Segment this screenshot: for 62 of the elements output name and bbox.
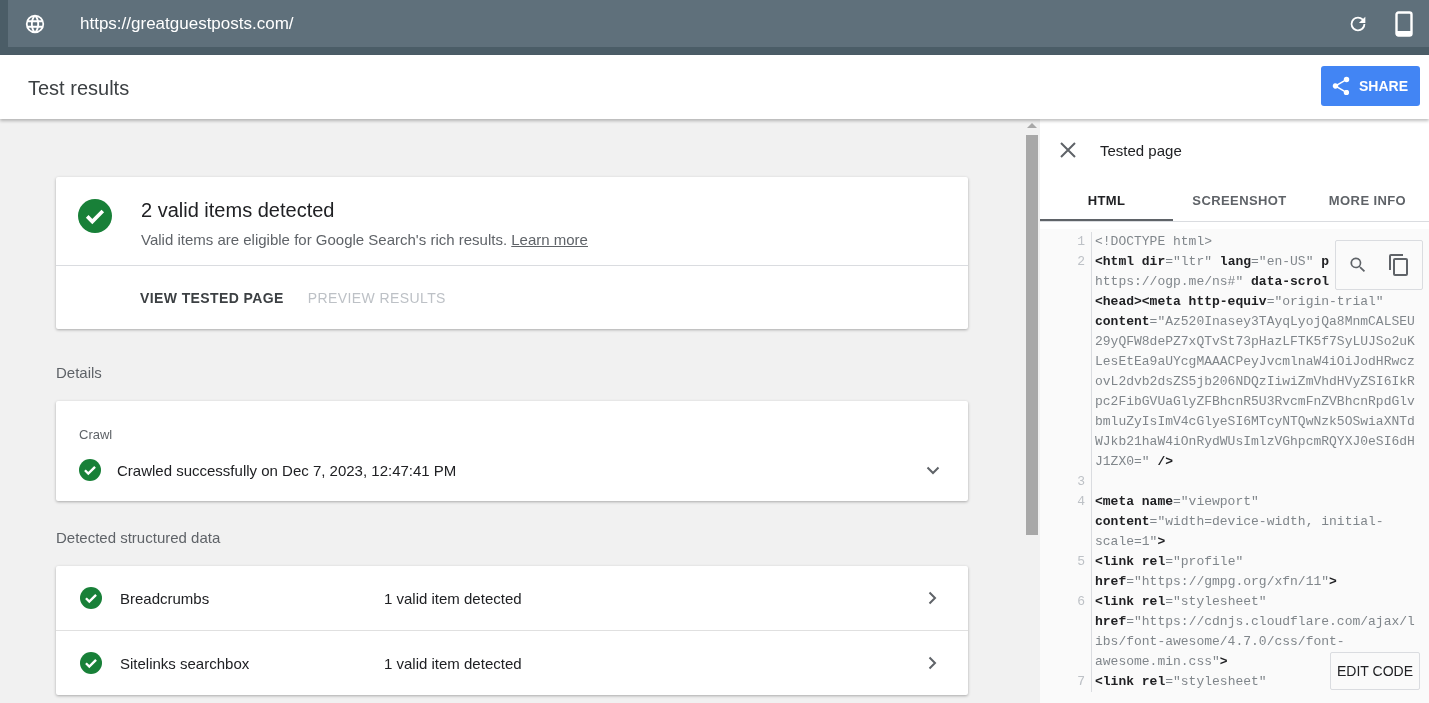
item-name: Sitelinks searchbox bbox=[120, 654, 251, 672]
code-line: <link rel="stylesheet" bbox=[1095, 673, 1267, 691]
code-line: href="https://cdnjs.cloudflare.com/ajax/l bbox=[1095, 613, 1415, 631]
line-number: 4 bbox=[1040, 492, 1092, 512]
share-icon bbox=[1330, 75, 1352, 97]
share-button[interactable]: SHARE bbox=[1321, 66, 1420, 106]
code-line: ibs/font-awesome/4.7.0/css/font- bbox=[1095, 633, 1345, 651]
url-text: https://greatguestposts.com/ bbox=[80, 13, 295, 34]
code-line: <meta name="viewport" bbox=[1095, 493, 1259, 511]
check-circle-icon bbox=[79, 459, 101, 481]
section-heading: Detected structured data bbox=[56, 529, 222, 546]
code-line: <link rel="stylesheet" bbox=[1095, 593, 1267, 611]
summary-title: 2 valid items detected bbox=[141, 199, 336, 222]
code-line: <!DOCTYPE html> bbox=[1095, 233, 1213, 251]
check-circle-icon bbox=[80, 652, 102, 674]
globe-icon bbox=[24, 12, 46, 35]
item-result: 1 valid item detected bbox=[384, 589, 523, 607]
learn-more-link[interactable]: Learn more bbox=[511, 231, 588, 248]
tab[interactable]: MORE INFO bbox=[1306, 181, 1429, 221]
code-line: href="https://gmpg.org/xfn/11"> bbox=[1095, 573, 1337, 591]
search-icon[interactable] bbox=[1348, 255, 1368, 275]
item-result: 1 valid item detected bbox=[384, 654, 523, 672]
code-line: https://ogp.me/ns#" data-scrol bbox=[1095, 273, 1330, 291]
code-line: J1ZX0=" /> bbox=[1095, 453, 1174, 471]
tab[interactable]: SCREENSHOT bbox=[1173, 181, 1306, 221]
panel-title: Tested page bbox=[1100, 141, 1182, 159]
code-line: awesome.min.css"> bbox=[1095, 653, 1228, 671]
line-number: 7 bbox=[1040, 672, 1092, 692]
code-line: content="width=device-width, initial- bbox=[1095, 513, 1384, 531]
view-tested-page-button[interactable]: VIEW TESTED PAGE bbox=[132, 283, 292, 312]
code-line: <link rel="profile" bbox=[1095, 553, 1244, 571]
code-line: WJkb21haW4iOnRydWUsImlzVGhpcmRQYXJ0eSI6dH bbox=[1095, 433, 1415, 451]
code-line: pc2FibGVUaGlyZFBhcnR5U3RvcmFnZVBhcnRpdGlv bbox=[1095, 393, 1415, 411]
crawl-label: Crawl bbox=[79, 427, 114, 442]
code-line: <html dir="ltr" lang="en-US" p bbox=[1095, 253, 1330, 271]
code-line: content="Az520Inasey3TAyqLyojQa8MnmCALSEU bbox=[1095, 313, 1415, 331]
phone-icon[interactable] bbox=[1395, 10, 1413, 37]
section-heading: Details bbox=[56, 364, 103, 381]
check-circle-icon bbox=[78, 199, 112, 233]
line-number: 3 bbox=[1040, 472, 1092, 492]
code-line: LesEtEa9aUYcgMAAACPeyJvcmlnaW4iOiJodHRwcz bbox=[1095, 353, 1415, 371]
line-number: 1 bbox=[1040, 232, 1092, 252]
check-circle-icon bbox=[80, 587, 102, 609]
code-line: <head><meta http-equiv="origin-trial" bbox=[1095, 293, 1384, 311]
line-number: 5 bbox=[1040, 552, 1092, 572]
line-number: 2 bbox=[1040, 252, 1092, 272]
chevron-right-icon[interactable] bbox=[928, 656, 937, 670]
summary-description: Valid items are eligible for Google Search's rich results. Learn more bbox=[141, 231, 588, 248]
crawl-status-text: Crawled successfully on Dec 7, 2023, 12:47:41 PM bbox=[117, 461, 458, 479]
code-line: ovL2dvb2dsZS5jb206NDQzIiwiZmVhdHVyZSI6IkR bbox=[1095, 373, 1415, 391]
tab[interactable]: HTML bbox=[1040, 181, 1173, 221]
edit-code-button[interactable]: EDIT CODE bbox=[1330, 652, 1420, 690]
chevron-down-icon[interactable] bbox=[926, 465, 940, 475]
chevron-right-icon[interactable] bbox=[928, 591, 937, 605]
code-line: 29yQFW8dePZ7xQTvSt73pHazLFTK5f7SyLUJSo2uK bbox=[1095, 333, 1415, 351]
item-name: Breadcrumbs bbox=[120, 589, 211, 607]
copy-icon[interactable] bbox=[1388, 253, 1410, 277]
line-number: 6 bbox=[1040, 592, 1092, 612]
code-line: scale=1"> bbox=[1095, 533, 1166, 551]
close-icon[interactable] bbox=[1060, 142, 1076, 158]
code-line: bmluZyIsImV4cGlyeSI6MTcyNTQwNzk5OSwiaXNTd bbox=[1095, 413, 1415, 431]
page-title: Test results bbox=[28, 76, 131, 100]
